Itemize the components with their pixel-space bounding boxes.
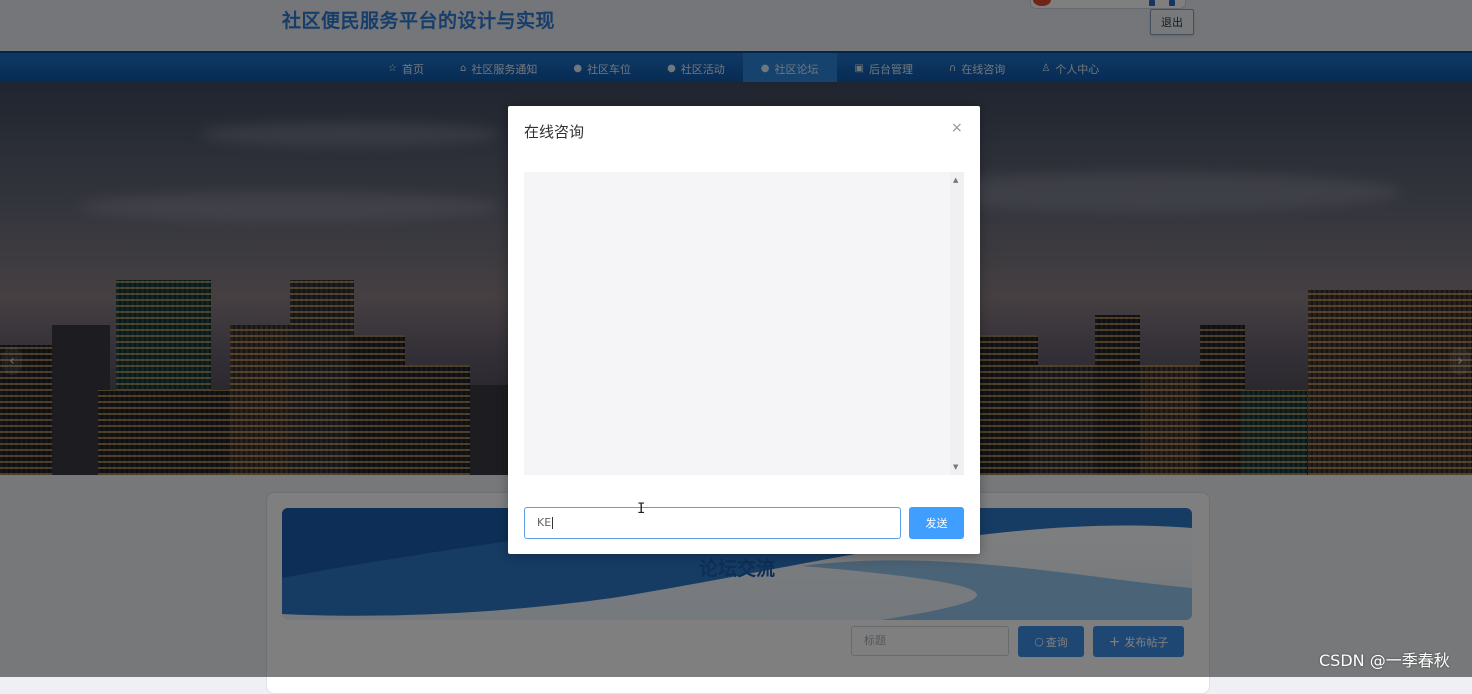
chat-history[interactable]: ▲ ▼	[524, 172, 964, 475]
close-icon[interactable]: ×	[951, 120, 963, 136]
scroll-up-icon[interactable]: ▲	[953, 176, 958, 184]
mouse-cursor-ibeam-icon: I	[637, 501, 646, 517]
send-button[interactable]: 发送	[909, 507, 964, 539]
watermark: CSDN @一季春秋	[1319, 651, 1450, 670]
text-caret	[552, 517, 554, 529]
consult-dialog: 在线咨询 × ▲ ▼ KE 发送	[508, 106, 980, 554]
chat-scrollbar[interactable]: ▲ ▼	[950, 172, 964, 475]
scroll-down-icon[interactable]: ▼	[953, 463, 958, 471]
message-input-value: KE	[537, 516, 552, 529]
dialog-title: 在线咨询	[524, 123, 585, 141]
message-input[interactable]: KE	[524, 507, 901, 539]
